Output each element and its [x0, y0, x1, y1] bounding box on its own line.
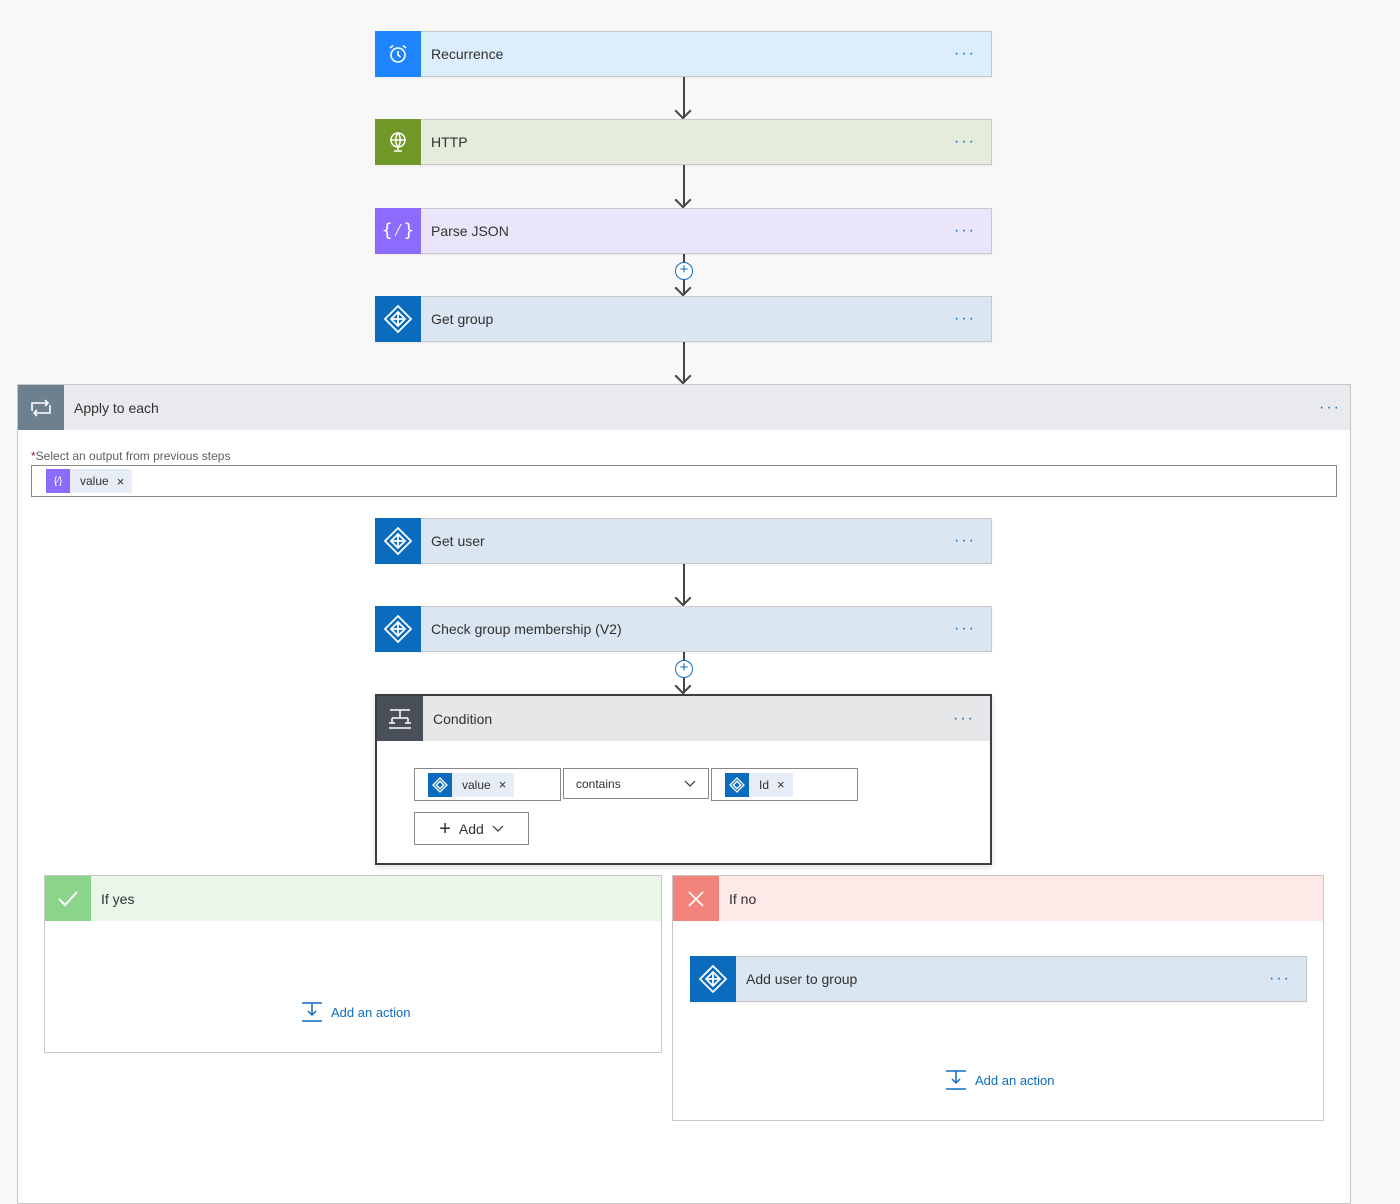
recurrence-step[interactable]: Recurrence ···: [375, 31, 992, 77]
add-action-button[interactable]: Add an action: [301, 1001, 411, 1023]
field-label-text: Select an output from previous steps: [35, 449, 231, 463]
more-options-icon[interactable]: ···: [945, 310, 985, 328]
close-icon: [673, 876, 719, 921]
operator-dropdown[interactable]: contains: [563, 768, 709, 799]
step-title: Get user: [431, 533, 485, 549]
step-title: Parse JSON: [431, 223, 509, 239]
apply-to-each-title: Apply to each: [74, 399, 159, 416]
get-user-step[interactable]: Get user ···: [375, 518, 992, 564]
parse-json-step[interactable]: {⁄} Parse JSON ···: [375, 208, 992, 254]
connector-arrow: [683, 77, 685, 118]
braces-icon: {⁄}: [46, 469, 70, 493]
more-options-icon[interactable]: ···: [945, 620, 985, 638]
azure-ad-icon: [375, 296, 421, 342]
condition-icon: [377, 696, 423, 741]
step-title: Check group membership (V2): [431, 621, 622, 637]
if-no-header[interactable]: If no: [673, 876, 1323, 921]
check-membership-step[interactable]: Check group membership (V2) ···: [375, 606, 992, 652]
add-user-to-group-step[interactable]: Add user to group ···: [690, 956, 1307, 1002]
azure-ad-icon: [375, 606, 421, 652]
more-options-icon[interactable]: ···: [1310, 399, 1350, 417]
remove-token-icon[interactable]: ×: [777, 777, 793, 792]
apply-to-each-header[interactable]: Apply to each ···: [18, 385, 1350, 430]
chevron-down-icon: [684, 780, 696, 787]
add-condition-button[interactable]: + Add: [414, 812, 529, 845]
condition-left-operand[interactable]: value ×: [414, 768, 561, 801]
loop-icon: [18, 385, 64, 430]
if-no-branch: If no Add user to group ··· Add an actio…: [672, 875, 1324, 1121]
insert-step-icon[interactable]: +: [675, 660, 693, 678]
if-yes-branch: If yes Add an action: [44, 875, 662, 1053]
condition-header[interactable]: Condition ···: [377, 696, 990, 741]
plus-icon: +: [439, 817, 451, 840]
azure-ad-icon: [375, 518, 421, 564]
globe-icon: [375, 119, 421, 165]
checkmark-icon: [45, 876, 91, 921]
http-step[interactable]: HTTP ···: [375, 119, 992, 165]
token-label: value: [80, 474, 109, 488]
add-action-icon: [946, 1070, 966, 1090]
token-label: Id: [759, 777, 770, 792]
step-title: Add user to group: [746, 971, 858, 987]
condition-title: Condition: [433, 710, 493, 727]
condition-right-operand[interactable]: Id ×: [711, 768, 858, 801]
if-yes-header[interactable]: If yes: [45, 876, 661, 921]
condition-block: Condition ··· value × contains Id × + Ad…: [375, 694, 992, 865]
alarm-clock-icon: [375, 31, 421, 77]
operator-value: contains: [576, 776, 621, 791]
add-action-icon: [302, 1002, 322, 1022]
more-options-icon[interactable]: ···: [945, 532, 985, 550]
select-output-input[interactable]: {⁄} value ×: [31, 465, 1337, 497]
select-output-label: *Select an output from previous steps: [31, 449, 230, 463]
more-options-icon[interactable]: ···: [945, 222, 985, 240]
more-options-icon[interactable]: ···: [945, 133, 985, 151]
chevron-down-icon: [492, 825, 504, 832]
token-label: value: [462, 777, 491, 792]
add-action-button[interactable]: Add an action: [945, 1069, 1055, 1091]
if-no-title: If no: [729, 890, 757, 907]
connector-arrow: [683, 342, 685, 383]
insert-step-icon[interactable]: +: [675, 262, 693, 280]
remove-token-icon[interactable]: ×: [117, 474, 133, 489]
remove-token-icon[interactable]: ×: [499, 777, 515, 792]
value-token: {⁄} value ×: [46, 469, 133, 493]
add-action-label: Add an action: [975, 1072, 1055, 1088]
azure-ad-icon: [428, 772, 452, 797]
id-token: Id ×: [725, 772, 793, 797]
connector-arrow: [683, 165, 685, 207]
step-title: Recurrence: [431, 46, 504, 62]
azure-ad-icon: [690, 956, 736, 1002]
get-group-step[interactable]: Get group ···: [375, 296, 992, 342]
step-title: HTTP: [431, 134, 468, 150]
if-yes-title: If yes: [101, 890, 135, 907]
value-token: value ×: [428, 772, 515, 797]
more-options-icon[interactable]: ···: [1260, 970, 1300, 988]
add-label: Add: [458, 820, 484, 837]
step-title: Get group: [431, 311, 494, 327]
azure-ad-icon: [725, 772, 749, 797]
more-options-icon[interactable]: ···: [945, 45, 985, 63]
add-action-label: Add an action: [331, 1004, 411, 1020]
braces-icon: {⁄}: [375, 208, 421, 254]
connector-arrow: [683, 564, 685, 605]
more-options-icon[interactable]: ···: [944, 710, 984, 728]
